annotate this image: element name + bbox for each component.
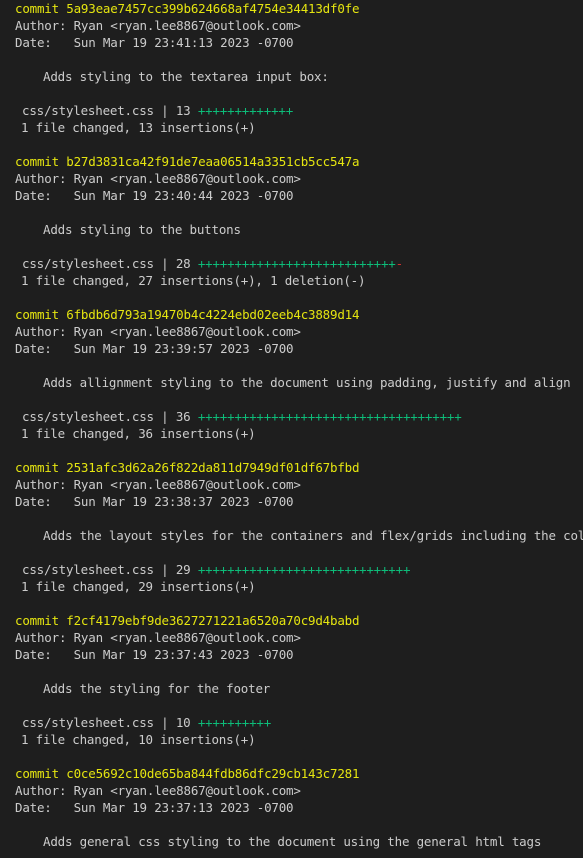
- change-summary: 1 file changed, 13 insertions(+): [21, 120, 256, 135]
- commit-label: commit: [15, 307, 67, 322]
- date-line: Date: Sun Mar 19 23:40:44 2023 -0700: [15, 187, 294, 204]
- change-summary: 1 file changed, 36 insertions(+): [21, 426, 256, 441]
- diffstat-line: css/stylesheet.css | 10 ++++++++++: [22, 714, 271, 731]
- author-line: Author: Ryan <ryan.lee8867@outlook.com>: [15, 782, 301, 799]
- commit-label: commit: [15, 766, 67, 781]
- author-label: Author:: [15, 18, 74, 33]
- author-line: Author: Ryan <ryan.lee8867@outlook.com>: [15, 17, 301, 34]
- diffstat-insertions-bar: +++++++++++++: [197, 103, 294, 118]
- author-label: Author:: [15, 630, 74, 645]
- date-line: Date: Sun Mar 19 23:38:37 2023 -0700: [15, 493, 294, 510]
- author-value: Ryan <ryan.lee8867@outlook.com>: [73, 18, 301, 33]
- diffstat-file: css/stylesheet.css | 28: [22, 256, 198, 271]
- date-value: Sun Mar 19 23:37:43 2023 -0700: [73, 647, 294, 662]
- author-line: Author: Ryan <ryan.lee8867@outlook.com>: [15, 170, 301, 187]
- commit-label: commit: [15, 460, 67, 475]
- commit-message: Adds the layout styles for the container…: [43, 528, 583, 543]
- diffstat-line: css/stylesheet.css | 13 +++++++++++++: [22, 102, 293, 119]
- commit-hash: b27d3831ca42f91de7eaa06514a3351cb5cc547a: [66, 154, 360, 169]
- change-summary: 1 file changed, 10 insertions(+): [21, 732, 256, 747]
- date-label: Date:: [15, 188, 74, 203]
- diffstat-insertions-bar: ++++++++++: [197, 715, 272, 730]
- author-label: Author:: [15, 171, 74, 186]
- diffstat-file: css/stylesheet.css | 10: [22, 715, 198, 730]
- diffstat-line: css/stylesheet.css | 29 ++++++++++++++++…: [22, 561, 410, 578]
- date-value: Sun Mar 19 23:40:44 2023 -0700: [73, 188, 294, 203]
- date-label: Date:: [15, 800, 74, 815]
- diffstat-file: css/stylesheet.css | 29: [22, 562, 198, 577]
- date-line: Date: Sun Mar 19 23:37:13 2023 -0700: [15, 799, 294, 816]
- date-value: Sun Mar 19 23:37:13 2023 -0700: [73, 800, 294, 815]
- change-summary: 1 file changed, 29 insertions(+): [21, 579, 256, 594]
- commit-hash: 5a93eae7457cc399b624668af4754e34413df0fe: [66, 1, 360, 16]
- commit-hash-line: commit b27d3831ca42f91de7eaa06514a3351cb…: [15, 153, 360, 170]
- diffstat-insertions-bar: ++++++++++++++++++++++++++++++++++++: [197, 409, 462, 424]
- diffstat-insertions-bar: +++++++++++++++++++++++++++++: [197, 562, 411, 577]
- date-line: Date: Sun Mar 19 23:37:43 2023 -0700: [15, 646, 294, 663]
- commit-hash-line: commit 6fbdb6d793a19470b4c4224ebd02eeb4c…: [15, 306, 360, 323]
- change-summary: 1 file changed, 27 insertions(+), 1 dele…: [21, 273, 366, 288]
- commit-message: Adds styling to the textarea input box:: [43, 69, 329, 84]
- author-value: Ryan <ryan.lee8867@outlook.com>: [73, 630, 301, 645]
- date-value: Sun Mar 19 23:38:37 2023 -0700: [73, 494, 294, 509]
- diffstat-file: css/stylesheet.css | 13: [22, 103, 198, 118]
- diffstat-insertions-bar: +++++++++++++++++++++++++++: [197, 256, 396, 271]
- commit-hash: c0ce5692c10de65ba844fdb86dfc29cb143c7281: [66, 766, 360, 781]
- diffstat-deletions-bar: -: [395, 256, 404, 271]
- commit-hash: f2cf4179ebf9de3627271221a6520a70c9d4babd: [66, 613, 360, 628]
- diffstat-file: css/stylesheet.css | 36: [22, 409, 198, 424]
- date-value: Sun Mar 19 23:39:57 2023 -0700: [73, 341, 294, 356]
- commit-hash-line: commit 5a93eae7457cc399b624668af4754e344…: [15, 0, 360, 17]
- commit-message: Adds general css styling to the document…: [43, 834, 542, 849]
- date-label: Date:: [15, 35, 74, 50]
- author-value: Ryan <ryan.lee8867@outlook.com>: [73, 324, 301, 339]
- author-label: Author:: [15, 477, 74, 492]
- date-label: Date:: [15, 341, 74, 356]
- author-label: Author:: [15, 783, 74, 798]
- commit-label: commit: [15, 154, 67, 169]
- date-line: Date: Sun Mar 19 23:41:13 2023 -0700: [15, 34, 294, 51]
- author-label: Author:: [15, 324, 74, 339]
- author-value: Ryan <ryan.lee8867@outlook.com>: [73, 477, 301, 492]
- date-label: Date:: [15, 494, 74, 509]
- date-line: Date: Sun Mar 19 23:39:57 2023 -0700: [15, 340, 294, 357]
- terminal-git-log[interactable]: commit 5a93eae7457cc399b624668af4754e344…: [0, 0, 583, 858]
- commit-hash-line: commit 2531afc3d62a26f822da811d7949df01d…: [15, 459, 360, 476]
- commit-hash: 2531afc3d62a26f822da811d7949df01df67bfbd: [66, 460, 360, 475]
- commit-message: Adds styling to the buttons: [43, 222, 241, 237]
- commit-message: Adds allignment styling to the document …: [43, 375, 571, 390]
- commit-hash-line: commit c0ce5692c10de65ba844fdb86dfc29cb1…: [15, 765, 360, 782]
- diffstat-line: css/stylesheet.css | 36 ++++++++++++++++…: [22, 408, 462, 425]
- date-label: Date:: [15, 647, 74, 662]
- commit-label: commit: [15, 613, 67, 628]
- author-line: Author: Ryan <ryan.lee8867@outlook.com>: [15, 323, 301, 340]
- commit-label: commit: [15, 1, 67, 16]
- commit-hash: 6fbdb6d793a19470b4c4224ebd02eeb4c3889d14: [66, 307, 360, 322]
- commit-message: Adds the styling for the footer: [43, 681, 271, 696]
- author-value: Ryan <ryan.lee8867@outlook.com>: [73, 783, 301, 798]
- commit-hash-line: commit f2cf4179ebf9de3627271221a6520a70c…: [15, 612, 360, 629]
- author-value: Ryan <ryan.lee8867@outlook.com>: [73, 171, 301, 186]
- author-line: Author: Ryan <ryan.lee8867@outlook.com>: [15, 629, 301, 646]
- author-line: Author: Ryan <ryan.lee8867@outlook.com>: [15, 476, 301, 493]
- date-value: Sun Mar 19 23:41:13 2023 -0700: [73, 35, 294, 50]
- diffstat-line: css/stylesheet.css | 28 ++++++++++++++++…: [22, 255, 403, 272]
